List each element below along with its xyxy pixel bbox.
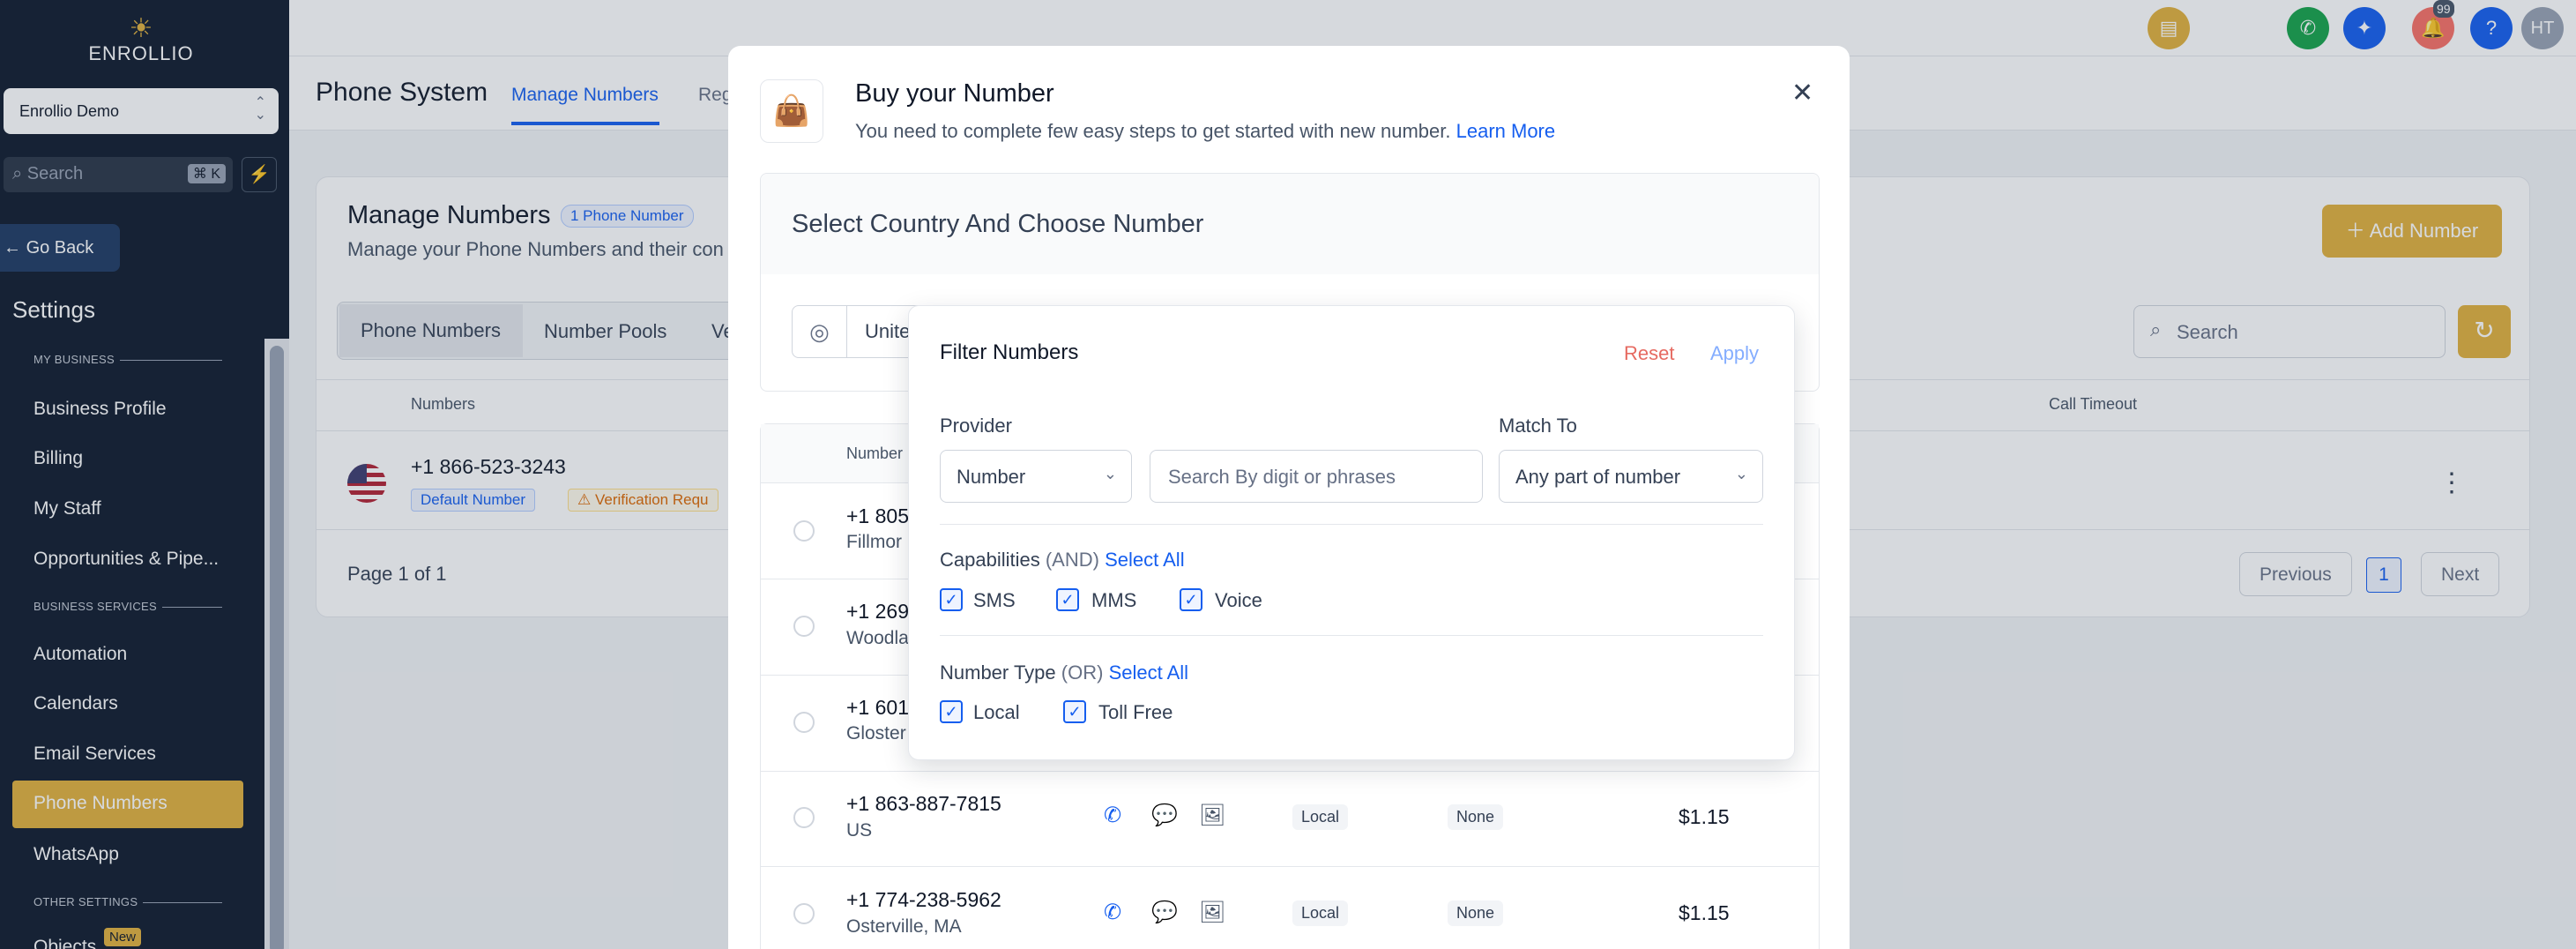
row-number: +1 774-238-5962 — [846, 888, 1001, 911]
toll-free-checkbox[interactable]: ✓ — [1063, 700, 1086, 723]
row-radio[interactable] — [793, 903, 815, 924]
sms-label: SMS — [973, 589, 1016, 611]
mms-checkbox[interactable]: ✓ — [1056, 588, 1079, 611]
row-price: $1.15 — [1679, 901, 1730, 924]
modal-subtitle: You need to complete few easy steps to g… — [855, 120, 1556, 142]
row-radio[interactable] — [793, 616, 815, 637]
close-icon[interactable]: ✕ — [1791, 78, 1813, 108]
digit-search-input[interactable]: Search By digit or phrases — [1150, 450, 1483, 503]
select-all-types[interactable]: Select All — [1109, 661, 1189, 684]
filter-title: Filter Numbers — [940, 340, 1079, 364]
filter-numbers-popover — [908, 305, 1795, 760]
mms-icon: 🖼 — [1199, 803, 1226, 827]
globe-icon: ◎ — [793, 306, 847, 357]
chevron-down-icon: ⌄ — [1734, 465, 1748, 482]
voice-label: Voice — [1215, 589, 1262, 611]
row-number: +1 805 — [846, 504, 909, 527]
local-checkbox[interactable]: ✓ — [940, 700, 963, 723]
modal-title: Buy your Number — [855, 79, 1054, 108]
provider-select[interactable]: Number ⌄ — [940, 450, 1132, 503]
row-radio[interactable] — [793, 520, 815, 542]
row-location: Woodla — [846, 628, 909, 648]
match-to-label: Match To — [1499, 415, 1577, 437]
sms-icon: 💬 — [1151, 803, 1178, 827]
number-type-label: Number Type (OR) Select All — [940, 661, 1189, 684]
row-location: Fillmor — [846, 532, 902, 552]
row-location: US — [846, 820, 873, 841]
capabilities-label: Capabilities (AND) Select All — [940, 549, 1185, 571]
divider — [940, 524, 1763, 525]
voice-icon: ✆ — [1104, 803, 1122, 827]
chevron-down-icon: ⌄ — [1103, 465, 1117, 482]
match-to-select[interactable]: Any part of number ⌄ — [1499, 450, 1763, 503]
reset-button[interactable]: Reset — [1624, 342, 1674, 365]
row-number: +1 269 — [846, 600, 909, 623]
select-all-capabilities[interactable]: Select All — [1105, 549, 1185, 571]
mms-icon: 🖼 — [1199, 900, 1226, 924]
row-radio[interactable] — [793, 712, 815, 733]
country-value: Unite — [865, 320, 911, 342]
sms-icon: 💬 — [1151, 900, 1178, 924]
provider-value: Number — [957, 466, 1026, 488]
row-location: Osterville, MA — [846, 916, 962, 937]
toll-free-label: Toll Free — [1098, 701, 1173, 723]
sms-checkbox[interactable]: ✓ — [940, 588, 963, 611]
voice-icon: ✆ — [1104, 900, 1122, 924]
provider-label: Provider — [940, 415, 1012, 437]
number-type-tag: Local — [1292, 804, 1349, 830]
divider — [940, 635, 1763, 636]
local-label: Local — [973, 701, 1020, 723]
mms-label: MMS — [1091, 589, 1137, 611]
select-country-title: Select Country And Choose Number — [792, 210, 1204, 238]
row-location: Gloster — [846, 723, 906, 744]
row-number: +1 601 — [846, 696, 909, 719]
address-tag: None — [1448, 804, 1504, 830]
learn-more-link[interactable]: Learn More — [1456, 120, 1556, 142]
col-number: Number — [846, 445, 904, 462]
row-number: +1 863-887-7815 — [846, 792, 1001, 815]
row-price: $1.15 — [1679, 805, 1730, 828]
shopping-bag-icon: 👜 — [760, 79, 823, 143]
row-radio[interactable] — [793, 807, 815, 828]
apply-button[interactable]: Apply — [1710, 342, 1759, 365]
voice-checkbox[interactable]: ✓ — [1180, 588, 1202, 611]
number-type-tag: Local — [1292, 900, 1349, 926]
address-tag: None — [1448, 900, 1504, 926]
match-to-value: Any part of number — [1515, 466, 1681, 488]
